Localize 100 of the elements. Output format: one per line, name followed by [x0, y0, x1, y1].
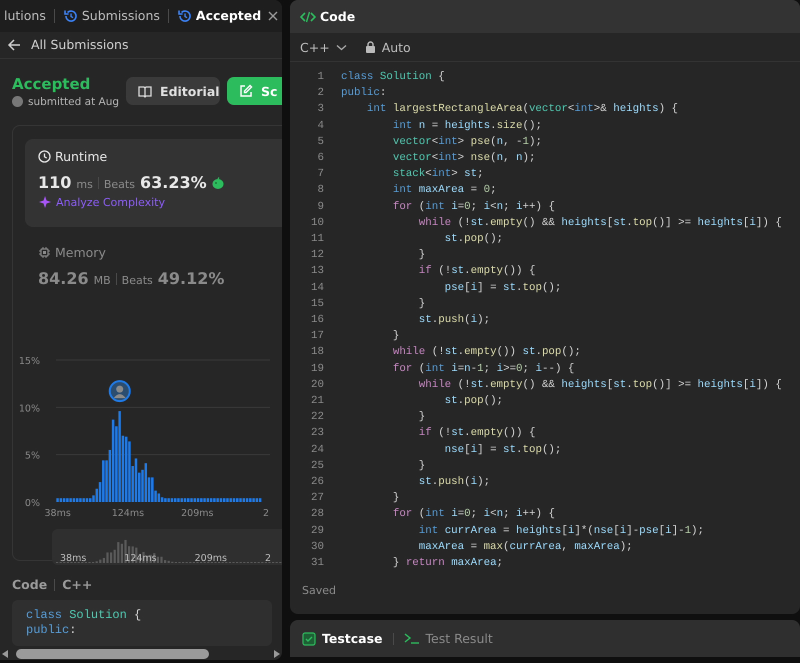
- code-line: nse[i] = st.top();: [444, 442, 562, 458]
- tab[interactable]: lutions: [4, 8, 46, 24]
- sparkle-icon: [38, 195, 52, 209]
- runtime-card[interactable]: Runtime 110 ms Beats 63.23% Analyze Complexity: [25, 139, 282, 227]
- code-line: class Solution {: [341, 70, 445, 85]
- chevron-down-icon: [336, 44, 347, 50]
- code-line: }: [418, 248, 426, 264]
- line-number: 3: [316, 102, 325, 118]
- line-number: 19: [310, 362, 325, 377]
- auto-mode-toggle[interactable]: Auto: [364, 40, 411, 54]
- history-icon: [62, 8, 77, 23]
- line-number: 11: [310, 232, 325, 248]
- line-number: 13: [310, 264, 325, 280]
- chip-icon: [38, 246, 51, 259]
- history-icon: [176, 8, 191, 23]
- beats-label: Beats: [104, 178, 135, 191]
- code-line: public:: [26, 623, 78, 638]
- terminal-icon: [404, 632, 420, 645]
- code-heading: Code: [12, 577, 48, 592]
- code-line: for (int i=0; i<n; i++) {: [392, 200, 555, 215]
- code-line: class Solution {: [26, 608, 142, 623]
- code-line: }: [392, 329, 400, 344]
- code-line: while (!st.empty()) st.pop();: [392, 345, 581, 360]
- code-line: int n = heights.size();: [392, 118, 542, 134]
- line-number: 21: [310, 394, 325, 410]
- y-tick-label: 10%: [18, 403, 40, 414]
- save-status: Saved: [301, 584, 337, 599]
- y-tick-label: 15%: [18, 356, 40, 367]
- beats-percent: 49.12%: [158, 269, 224, 288]
- console-tab[interactable]: Test Result: [404, 631, 493, 646]
- code-line: for (int i=n-1; i>=0; i--) {: [392, 362, 574, 377]
- checkbox-icon: [302, 632, 316, 646]
- clock-icon: [38, 150, 51, 163]
- code-line: vector<int> nse(n, n);: [392, 151, 536, 166]
- line-number: 12: [310, 248, 325, 264]
- line-number: 16: [310, 313, 325, 328]
- stat-unit: ms: [76, 178, 93, 191]
- code-line: for (int i=0; i<n; i++) {: [392, 507, 555, 522]
- code-line: if (!st.empty()) {: [418, 264, 536, 280]
- line-number: 14: [310, 280, 325, 296]
- line-number: 30: [310, 540, 325, 555]
- close-icon[interactable]: [267, 10, 280, 22]
- memory-card[interactable]: Memory 84.26 MB Beats 49.12%: [25, 235, 282, 323]
- overview-label: 38ms: [60, 553, 86, 564]
- tab[interactable]: Accepted: [176, 8, 262, 24]
- stat-value: 84.26: [38, 269, 89, 288]
- code-line: while (!st.empty() && heights[st.top()] >= heights[i]) {: [418, 378, 782, 393]
- line-number: 9: [316, 200, 325, 215]
- beats-label: Beats: [122, 274, 153, 287]
- editorial-button[interactable]: Editorial: [126, 77, 220, 106]
- console-tab[interactable]: Testcase: [302, 631, 383, 646]
- fruit-icon: [212, 176, 224, 188]
- x-tick-label: 124ms: [112, 508, 144, 519]
- avatar-marker: [108, 380, 131, 402]
- lock-icon: [364, 41, 376, 53]
- code-line: }: [418, 410, 426, 426]
- overview-label: 209ms: [194, 553, 227, 564]
- line-number: 6: [316, 151, 325, 166]
- line-number: 31: [310, 556, 325, 572]
- code-line: }: [418, 458, 426, 474]
- line-number: 15: [310, 296, 325, 312]
- overview-label: 124ms: [124, 553, 157, 564]
- line-number: 18: [310, 345, 325, 360]
- line-number: 28: [310, 507, 325, 522]
- edit-icon: [239, 84, 254, 98]
- stat-value: 110: [38, 173, 72, 192]
- x-tick-label: 209ms: [181, 508, 214, 519]
- back-arrow-icon: [7, 38, 21, 52]
- line-number: 26: [310, 475, 325, 490]
- tab[interactable]: Submissions: [62, 8, 160, 24]
- line-number: 8: [316, 183, 325, 198]
- all-submissions-link[interactable]: All Submissions: [31, 37, 128, 52]
- line-number: 24: [310, 442, 325, 458]
- y-tick-label: 0%: [24, 498, 40, 509]
- line-number: 2: [316, 86, 325, 102]
- avatar: [12, 96, 23, 108]
- language-dropdown[interactable]: C++: [300, 40, 347, 54]
- line-number: 5: [316, 134, 325, 150]
- code-line: }: [418, 296, 426, 312]
- stat-title: Memory: [55, 245, 106, 260]
- code-line: }: [392, 491, 400, 506]
- code-line: st.push(i);: [418, 475, 490, 490]
- result-status: Accepted: [12, 74, 92, 93]
- stat-unit: MB: [94, 274, 111, 287]
- overview-label: 2: [264, 553, 272, 564]
- code-line: vector<int> pse(n, -1);: [392, 134, 542, 150]
- code-line: st.pop();: [444, 232, 504, 248]
- code-line: st.pop();: [444, 394, 504, 410]
- code-line: int largestRectangleArea(vector<int>& heights) {: [366, 102, 678, 118]
- code-line: int currArea = heights[i]*(nse[i]-pse[i]-1);: [418, 524, 704, 539]
- code-line: if (!st.empty()) {: [418, 426, 536, 442]
- beats-percent: 63.23%: [140, 173, 207, 192]
- line-number: 27: [310, 491, 325, 506]
- line-number: 23: [310, 426, 325, 442]
- code-line: maxArea = max(currArea, maxArea);: [418, 540, 633, 555]
- chart-overview[interactable]: 38ms 124ms 209ms 2: [52, 529, 282, 565]
- code-line: } return maxArea;: [392, 556, 504, 572]
- code-line: while (!st.empty() && heights[st.top()] >= heights[i]) {: [418, 216, 782, 231]
- code-line: stack<int> st;: [392, 167, 484, 182]
- code-line: public:: [341, 86, 386, 102]
